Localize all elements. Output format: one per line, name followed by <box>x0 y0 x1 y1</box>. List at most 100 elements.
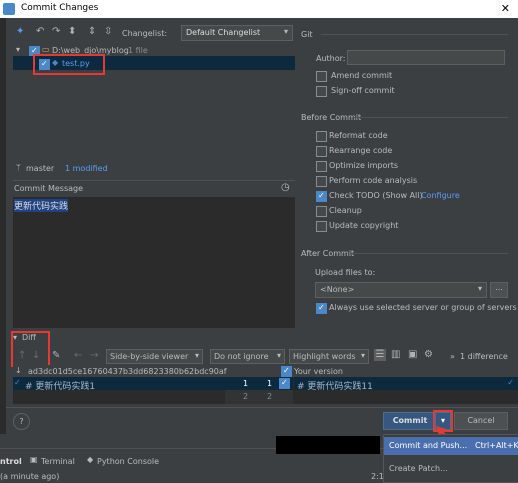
commit-message-textarea[interactable]: 更新代码实践 <box>13 197 295 328</box>
line-number-right: 1 <box>267 379 273 388</box>
forward-icon[interactable]: → <box>90 350 98 361</box>
diff-icon[interactable]: ⬍ <box>68 26 76 37</box>
highlight-select[interactable]: Highlight words ▾ <box>289 349 369 364</box>
author-input[interactable] <box>347 50 505 65</box>
ignore-value: Do not ignore <box>214 352 269 361</box>
code-analysis-checkbox[interactable] <box>316 176 327 187</box>
always-use-label: Always use selected server or group of s… <box>329 303 517 312</box>
diff-viewer[interactable]: ✓ # 更新代码实践1 1 1 2 2 # 更新代码实践11 ✓ <box>13 377 518 404</box>
rollback-icon[interactable]: ↶ <box>36 26 44 37</box>
update-copyright-checkbox[interactable] <box>316 221 327 232</box>
line-number-right: 2 <box>267 392 273 401</box>
accept-icon[interactable]: ✓ <box>507 378 514 387</box>
menu-item-commit-and-push[interactable]: Commit and Push... Ctrl+Alt+K <box>384 437 518 455</box>
git-section-title: Git <box>301 30 313 39</box>
optimize-imports-checkbox[interactable] <box>316 161 327 172</box>
menu-item-shortcut: Ctrl+Alt+K <box>475 441 518 450</box>
next-change-icon[interactable]: ↓ <box>32 350 40 361</box>
accept-icon[interactable]: ✓ <box>14 378 21 387</box>
sync-scroll-icon[interactable]: ▥ <box>391 349 400 360</box>
update-copyright-label: Update copyright <box>329 221 399 230</box>
tab-terminal[interactable]: Terminal <box>41 457 75 466</box>
chevron-down-icon: ▾ <box>283 27 288 36</box>
modified-count[interactable]: 1 modified <box>65 164 108 173</box>
tab-version-control[interactable]: ntrol <box>0 457 22 466</box>
chevron-down-icon: ▾ <box>194 351 199 360</box>
include-checkbox[interactable] <box>281 366 292 377</box>
prev-change-icon[interactable]: ↑ <box>18 350 26 361</box>
changelist-select[interactable]: Default Changelist ▾ <box>181 25 293 41</box>
help-button[interactable]: ? <box>13 413 30 430</box>
cancel-button[interactable]: Cancel <box>454 412 508 430</box>
lock-icon[interactable]: ▣ <box>408 349 417 360</box>
amend-checkbox[interactable] <box>316 71 327 82</box>
right-title: Your version <box>294 367 343 376</box>
check-todo-checkbox[interactable] <box>316 191 327 202</box>
left-line-text: # 更新代码实践1 <box>25 382 96 392</box>
title-bar: Commit Changes ✕ <box>0 0 518 18</box>
amend-label: Amend commit <box>331 71 393 80</box>
expand-all-icon[interactable]: ⇕ <box>88 26 96 37</box>
upload-label: Upload files to: <box>315 268 376 277</box>
difference-count: 1 difference <box>460 352 508 361</box>
back-icon[interactable]: ← <box>74 350 82 361</box>
folder-icon: ▭ <box>42 45 50 54</box>
diff-highlight-box <box>11 331 50 367</box>
right-line-text: # 更新代码实践11 <box>297 382 373 392</box>
divider <box>350 253 508 254</box>
ignore-select[interactable]: Do not ignore ▾ <box>210 349 285 364</box>
double-chevron-icon: » <box>450 352 455 361</box>
configure-link[interactable]: Configure <box>421 191 460 200</box>
signoff-checkbox[interactable] <box>316 86 327 97</box>
viewer-select[interactable]: Side-by-side viewer ▾ <box>106 349 203 364</box>
line-number-left: 2 <box>243 392 249 401</box>
commit-message-text: 更新代码实践 <box>14 199 69 212</box>
rearrange-checkbox[interactable] <box>316 146 327 157</box>
changelist-value: Default Changelist <box>186 28 261 37</box>
history-icon[interactable]: ◷ <box>281 182 290 193</box>
close-icon[interactable]: ✕ <box>501 2 510 15</box>
commit-button[interactable]: Commit <box>383 412 437 430</box>
line-number-left: 1 <box>243 379 249 388</box>
status-text: (a minute ago) <box>0 472 60 481</box>
upload-select[interactable]: <None> ▾ <box>315 282 487 298</box>
refresh-icon[interactable]: ✦ <box>16 26 24 37</box>
line-checkbox[interactable] <box>279 378 290 389</box>
menu-item-label: Create Patch... <box>389 464 448 473</box>
tab-python-console[interactable]: Python Console <box>97 457 159 466</box>
optimize-imports-label: Optimize imports <box>329 161 398 170</box>
cleanup-checkbox[interactable] <box>316 206 327 217</box>
chevron-down-icon: ▾ <box>477 284 482 293</box>
tree-expand-icon[interactable]: ▾ <box>16 45 20 54</box>
edit-icon[interactable]: ✎ <box>52 350 60 361</box>
folder-file-count: 1 file <box>128 46 148 55</box>
chevron-down-icon: ▾ <box>276 351 281 360</box>
arrow-down-icon: ↓ <box>15 366 22 375</box>
divider <box>13 180 295 181</box>
rearrange-label: Rearrange code <box>329 146 393 155</box>
always-use-checkbox[interactable] <box>316 303 327 314</box>
collapse-unchanged-icon[interactable]: ☰ <box>374 349 386 361</box>
app-icon <box>3 3 15 15</box>
chevron-down-icon: ▾ <box>360 351 365 360</box>
changelist-label: Changelist: <box>122 29 168 38</box>
viewer-value: Side-by-side viewer <box>110 352 189 361</box>
background-editor <box>276 436 380 454</box>
file-name[interactable]: test.py <box>62 59 90 68</box>
menu-item-create-patch[interactable]: Create Patch... <box>384 461 518 479</box>
signoff-label: Sign-off commit <box>331 86 395 95</box>
reformat-checkbox[interactable] <box>316 131 327 142</box>
cleanup-label: Cleanup <box>329 206 362 215</box>
divider <box>354 117 508 118</box>
python-file-icon: ◆ <box>52 58 59 67</box>
branch-name: master <box>26 164 55 173</box>
gear-icon[interactable]: ⚙ <box>424 349 433 360</box>
branch-icon: ᛘ <box>16 163 21 172</box>
divider <box>321 34 508 35</box>
file-checkbox[interactable] <box>39 59 50 70</box>
browse-button[interactable]: ... <box>490 282 508 298</box>
collapse-all-icon[interactable]: ⇳ <box>104 26 112 37</box>
gutter: 1 1 2 2 <box>225 377 293 404</box>
shelve-icon[interactable]: ↷ <box>52 26 60 37</box>
after-commit-title: After Commit <box>301 249 355 258</box>
